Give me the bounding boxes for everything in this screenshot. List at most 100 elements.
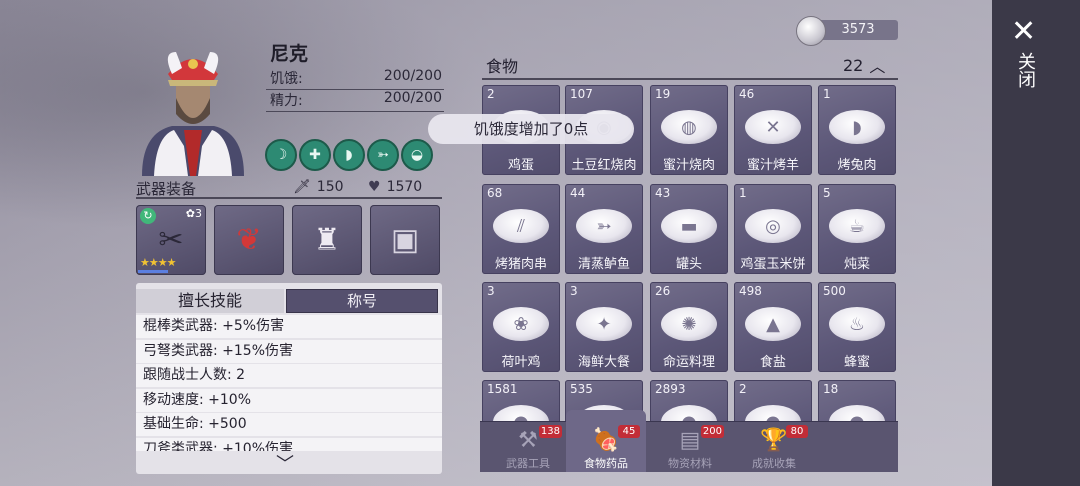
honey-roast-pork-icon: ◍ (661, 110, 717, 144)
item-name: 海鲜大餐 (577, 355, 630, 370)
close-icon[interactable]: ✕ (1011, 14, 1036, 49)
log-icon: ▤ (679, 428, 701, 453)
inventory-item[interactable]: 1 ◗ 烤兔肉 (818, 85, 896, 175)
weapon-stars: ★★★★ (140, 256, 176, 269)
scissors-weapon-icon: ✂ (158, 222, 184, 258)
skills-panel: 擅长技能 称号 棍棒类武器: +5%伤害 弓弩类武器: +15%伤害 跟随战士人… (136, 283, 442, 476)
currency-value: 3573 (818, 20, 898, 40)
inventory-count[interactable]: 22 ︿ (843, 53, 885, 77)
inventory-item[interactable]: 5 ☕ 炖菜 (818, 184, 896, 274)
trait-icons: ☽ ✚ ◗ ➳ ◒ (265, 139, 433, 171)
weapon-level: ✿3 (185, 207, 202, 220)
item-quantity: 1 (739, 186, 747, 200)
item-name: 荷叶鸡 (501, 355, 541, 370)
item-name: 蜜汁烤羊 (746, 158, 799, 173)
bread-icon[interactable]: ◒ (401, 139, 433, 171)
item-quantity: 26 (655, 284, 671, 298)
inventory-item[interactable]: 1 ◎ 鸡蛋玉米饼 (734, 184, 812, 274)
chevron-up-icon[interactable]: ︿ (869, 53, 885, 77)
close-sidebar[interactable] (992, 0, 1080, 486)
accessory-slot[interactable]: ❦ (214, 205, 284, 275)
destiny-dish-icon: ✺ (661, 307, 717, 341)
item-quantity: 19 (655, 87, 671, 101)
item-count: 22 (843, 55, 864, 75)
item-quantity: 18 (823, 382, 839, 396)
item-quantity: 498 (739, 284, 762, 298)
jacket-icon: ♜ (313, 222, 341, 258)
close-label[interactable]: 关闭 (1015, 52, 1036, 88)
tab-food-medicine[interactable]: 🍖 45 食物药品 (566, 410, 646, 472)
weapon-durability-bar (138, 270, 168, 273)
pants-slot[interactable]: ▣ (370, 205, 440, 275)
equipment-title: 武器装备 (136, 180, 197, 198)
refresh-icon: ↻ (140, 208, 156, 224)
item-quantity: 43 (655, 186, 671, 200)
stomach-icon[interactable]: ☽ (265, 139, 297, 171)
item-name: 食盐 (759, 355, 786, 370)
item-name: 命运料理 (662, 355, 715, 370)
item-name: 炖菜 (843, 257, 870, 272)
tab-label: 物资材料 (668, 457, 712, 470)
medic-icon[interactable]: ✚ (299, 139, 331, 171)
skill-list[interactable]: 棍棒类武器: +5%伤害 弓弩类武器: +15%伤害 跟随战士人数: 2 移动速… (136, 315, 442, 451)
inventory-item[interactable]: 498 ▲ 食盐 (734, 282, 812, 372)
inventory-item[interactable]: 68 ⫽ 烤猪肉串 (482, 184, 560, 274)
tab-skills[interactable]: 擅长技能 (136, 289, 284, 313)
defense-value: 1570 (386, 179, 423, 195)
meat-icon[interactable]: ◗ (333, 139, 365, 171)
item-name: 蜜汁烧肉 (662, 158, 715, 173)
item-quantity: 535 (570, 382, 593, 396)
tab-weapons-tools[interactable]: ⚒ 138 武器工具 (488, 422, 568, 472)
item-name: 蜂蜜 (843, 355, 870, 370)
fish-icon[interactable]: ➳ (367, 139, 399, 171)
roast-rabbit-icon: ◗ (829, 110, 885, 144)
inventory-item[interactable]: 46 ✕ 蜜汁烤羊 (734, 85, 812, 175)
character-portrait (142, 52, 244, 176)
inventory-item[interactable]: 3 ✦ 海鲜大餐 (565, 282, 643, 372)
tab-achievements[interactable]: 🏆 80 成就收集 (734, 422, 814, 472)
inventory-divider (482, 78, 898, 80)
tortilla-icon: ◎ (745, 209, 801, 243)
item-name: 鸡蛋 (507, 158, 534, 173)
skill-row: 移动速度: +10% (136, 388, 442, 412)
skill-row: 刀斧类武器: +10%伤害 (136, 437, 442, 451)
item-quantity: 2 (487, 87, 495, 101)
coin-icon (796, 16, 826, 46)
armor-slot[interactable]: ♜ (292, 205, 362, 275)
trophy-icon: 🏆 (760, 428, 788, 453)
badge-count: 80 (786, 425, 808, 438)
category-tab-bar: ⚒ 138 武器工具 🍖 45 食物药品 ▤ 200 物资材料 🏆 80 成就收… (480, 410, 898, 472)
inventory-item[interactable]: 500 ♨ 蜂蜜 (818, 282, 896, 372)
steamed-fish-icon: ➳ (576, 209, 632, 243)
attack-stat: 🗡 150 (293, 179, 344, 195)
hunger-stat: 饥饿: 200/200 (266, 67, 444, 90)
attack-value: 150 (316, 179, 344, 195)
can-icon: ▬ (661, 209, 717, 243)
energy-label: 精力: (270, 93, 303, 109)
tab-label: 食物药品 (584, 457, 628, 470)
inventory-item[interactable]: 44 ➳ 清蒸鲈鱼 (565, 184, 643, 274)
item-quantity: 3 (487, 284, 495, 298)
scarf-icon: ❦ (236, 222, 262, 258)
item-quantity: 3 (570, 284, 578, 298)
skill-row: 棍棒类武器: +5%伤害 (136, 315, 442, 338)
sword-icon: 🗡 (293, 179, 311, 195)
inventory-item[interactable]: 26 ✺ 命运料理 (650, 282, 728, 372)
tab-titles[interactable]: 称号 (286, 289, 438, 313)
food-icon: 🍖 (592, 428, 620, 453)
inventory-item[interactable]: 19 ◍ 蜜汁烧肉 (650, 85, 728, 175)
energy-stat: 精力: 200/200 (266, 89, 444, 112)
item-quantity: 68 (487, 186, 503, 200)
weapon-slot[interactable]: ↻ ✿3 ✂ ★★★★ (136, 205, 206, 275)
tab-label: 成就收集 (752, 457, 796, 470)
item-name: 清蒸鲈鱼 (577, 257, 630, 272)
skill-row: 基础生命: +500 (136, 413, 442, 436)
inventory-item[interactable]: 43 ▬ 罐头 (650, 184, 728, 274)
tab-materials[interactable]: ▤ 200 物资材料 (650, 422, 730, 472)
chevron-down-icon[interactable]: ﹀ (276, 450, 294, 476)
item-name: 鸡蛋玉米饼 (740, 257, 806, 272)
item-quantity: 107 (570, 87, 593, 101)
heart-icon: ♥ (368, 179, 381, 195)
tab-label: 武器工具 (506, 457, 550, 470)
inventory-item[interactable]: 3 ❀ 荷叶鸡 (482, 282, 560, 372)
